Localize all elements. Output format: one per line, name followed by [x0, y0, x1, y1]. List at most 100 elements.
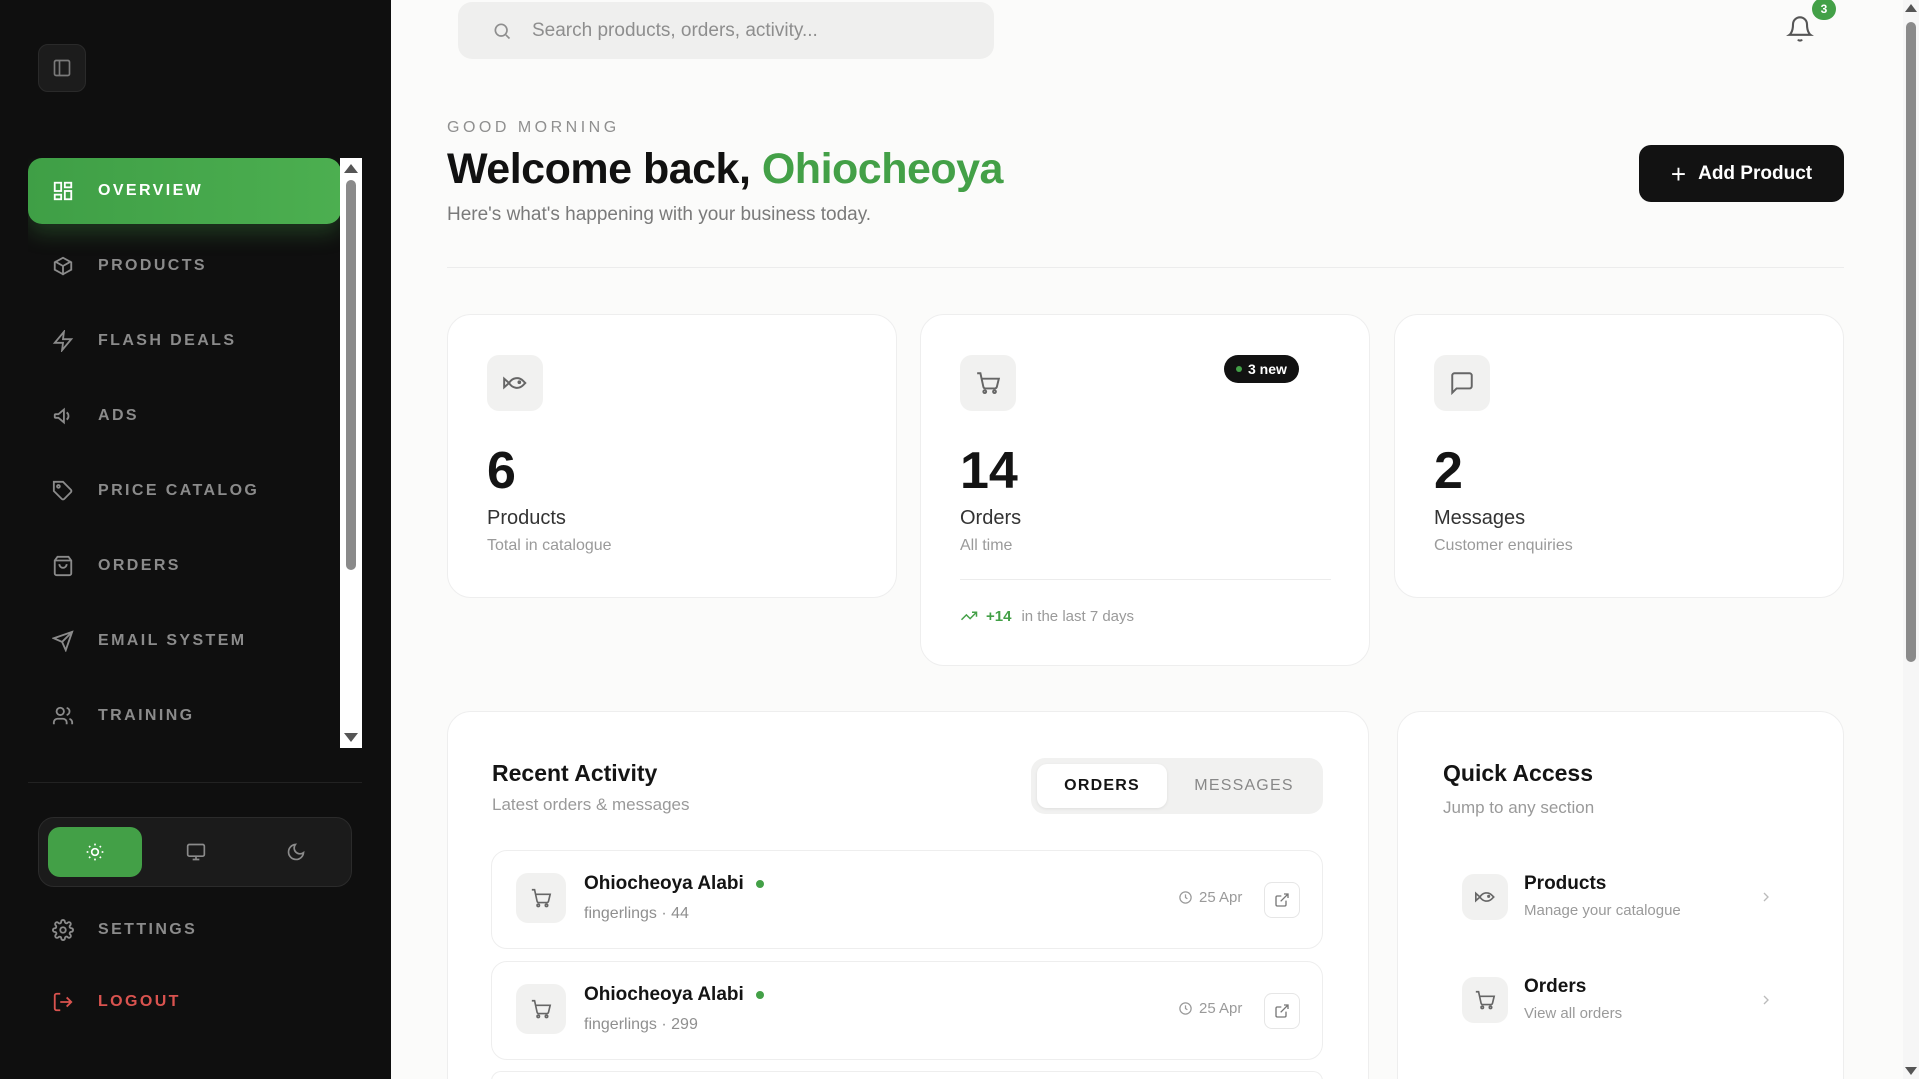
- stat-value: 2: [1434, 442, 1463, 500]
- chevron-right-icon: [1763, 892, 1769, 902]
- logout-icon: [50, 989, 76, 1015]
- sidebar-item-training[interactable]: TRAINING: [28, 683, 341, 748]
- trend-text: in the last 7 days: [1021, 607, 1135, 625]
- search-icon: [494, 23, 511, 39]
- scroll-down-arrow-icon[interactable]: [1905, 1067, 1917, 1075]
- tab-messages[interactable]: MESSAGES: [1171, 764, 1317, 808]
- scroll-up-arrow-icon[interactable]: [344, 164, 358, 173]
- quick-access-item-sub: View all orders: [1524, 1005, 1623, 1022]
- cart-icon: [516, 984, 566, 1034]
- sidebar-item-price-catalog[interactable]: PRICE CATALOG: [28, 458, 341, 524]
- tag-icon: [50, 478, 76, 504]
- tab-orders[interactable]: ORDERS: [1037, 764, 1167, 808]
- theme-switcher: [38, 817, 352, 887]
- stat-card-products[interactable]: 6 Products Total in catalogue: [447, 314, 897, 598]
- sidebar-item-label: EMAIL SYSTEM: [98, 632, 247, 649]
- grid-icon: [50, 178, 76, 204]
- stat-card-messages[interactable]: 2 Messages Customer enquiries: [1394, 314, 1844, 598]
- new-orders-badge: 3 new: [1224, 355, 1299, 383]
- logout-label: LOGOUT: [98, 993, 181, 1010]
- main-scrollbar[interactable]: [1903, 0, 1919, 1079]
- fish-icon: [487, 355, 543, 411]
- sidebar-item-products[interactable]: PRODUCTS: [28, 233, 341, 299]
- activity-row[interactable]: Ohiocheoya Alabi fingerlings · 44 25 Apr: [491, 850, 1323, 949]
- stat-label: Products: [487, 507, 566, 529]
- sidebar: OVERVIEW PRODUCTS FLASH DEALS ADS PRICE …: [0, 0, 391, 1079]
- notifications-button[interactable]: [1786, 14, 1816, 46]
- scroll-down-arrow-icon[interactable]: [344, 733, 358, 742]
- cart-icon: [960, 355, 1016, 411]
- sidebar-item-logout[interactable]: LOGOUT: [28, 974, 341, 1030]
- stat-sublabel: Total in catalogue: [487, 537, 612, 554]
- cart-icon: [1462, 977, 1508, 1023]
- activity-date: 25 Apr: [1178, 1000, 1242, 1017]
- stat-card-orders[interactable]: 3 new 14 Orders All time +14 in the last…: [920, 314, 1370, 666]
- activity-customer: Ohiocheoya Alabi: [584, 984, 764, 1006]
- cart-icon: [516, 873, 566, 923]
- sidebar-item-orders[interactable]: ORDERS: [28, 533, 341, 599]
- sidebar-item-email-system[interactable]: EMAIL SYSTEM: [28, 608, 341, 674]
- open-order-button[interactable]: [1264, 882, 1300, 918]
- add-product-button[interactable]: + Add Product: [1639, 145, 1844, 202]
- sidebar-toggle-icon: [53, 59, 71, 77]
- sidebar-item-label: ORDERS: [98, 557, 181, 574]
- sun-icon: [86, 843, 104, 861]
- theme-dark-button[interactable]: [249, 827, 343, 877]
- page-title: Welcome back, Ohiocheoya: [447, 145, 1003, 194]
- activity-date-text: 25 Apr: [1199, 1000, 1243, 1017]
- activity-row[interactable]: Ohiocheoya Alabi fingerlings · 299 25 Ap…: [491, 961, 1323, 1060]
- greeting-label: GOOD MORNING: [447, 119, 620, 136]
- quick-access-orders[interactable]: Orders View all orders: [1462, 960, 1774, 1040]
- scroll-up-arrow-icon[interactable]: [1905, 4, 1917, 12]
- stat-label: Orders: [960, 507, 1022, 529]
- clock-icon: [1179, 891, 1192, 904]
- sidebar-item-flash-deals[interactable]: FLASH DEALS: [28, 308, 341, 374]
- sidebar-item-settings[interactable]: SETTINGS: [28, 902, 341, 958]
- scrollbar-thumb[interactable]: [346, 180, 356, 570]
- send-icon: [50, 628, 76, 654]
- open-order-button[interactable]: [1264, 993, 1300, 1029]
- status-dot: [755, 880, 764, 888]
- activity-detail: fingerlings · 299: [584, 1016, 698, 1033]
- sidebar-nav: OVERVIEW PRODUCTS FLASH DEALS ADS PRICE …: [28, 158, 341, 748]
- status-dot: [1236, 366, 1242, 372]
- sidebar-item-label: ADS: [98, 407, 139, 424]
- search-bar[interactable]: Search products, orders, activity...: [458, 2, 994, 59]
- orders-trend: +14 in the last 7 days: [960, 607, 1134, 625]
- recent-activity-subtitle: Latest orders & messages: [492, 795, 690, 814]
- stat-label: Messages: [1434, 507, 1526, 529]
- bell-icon: [1786, 16, 1814, 42]
- box-icon: [50, 253, 76, 279]
- sidebar-item-overview[interactable]: OVERVIEW: [28, 158, 341, 224]
- welcome-prefix: Welcome back,: [447, 145, 762, 193]
- stat-value: 6: [487, 442, 516, 500]
- customer-name: Ohiocheoya Alabi: [584, 873, 744, 894]
- stat-sublabel: Customer enquiries: [1434, 537, 1573, 554]
- sidebar-scrollbar[interactable]: [340, 158, 362, 748]
- search-input[interactable]: Search products, orders, activity...: [532, 20, 818, 42]
- quick-access-item-title: Products: [1524, 873, 1607, 894]
- page-subtitle: Here's what's happening with your busine…: [447, 204, 872, 225]
- activity-customer: Ohiocheoya Alabi: [584, 873, 764, 895]
- gear-icon: [50, 917, 76, 943]
- sidebar-item-label: TRAINING: [98, 707, 195, 724]
- sidebar-toggle-button[interactable]: [38, 44, 86, 92]
- quick-access-item-title: Orders: [1524, 976, 1587, 997]
- theme-system-button[interactable]: [149, 827, 243, 877]
- theme-light-button[interactable]: [48, 827, 142, 877]
- sidebar-divider: [28, 782, 362, 783]
- activity-date: 25 Apr: [1178, 889, 1242, 906]
- activity-row[interactable]: [491, 1071, 1323, 1079]
- scrollbar-thumb[interactable]: [1906, 22, 1916, 662]
- add-product-label: Add Product: [1698, 162, 1813, 184]
- sidebar-item-ads[interactable]: ADS: [28, 383, 341, 449]
- trend-value: +14: [986, 607, 1012, 625]
- card-divider: [960, 579, 1331, 580]
- stat-sublabel: All time: [960, 537, 1013, 554]
- lightning-icon: [50, 328, 76, 354]
- quick-access-item-sub: Manage your catalogue: [1524, 902, 1681, 919]
- quick-access-products[interactable]: Products Manage your catalogue: [1462, 857, 1774, 937]
- sidebar-item-label: FLASH DEALS: [98, 332, 237, 349]
- clock-icon: [1179, 1002, 1192, 1015]
- shopping-bag-icon: [50, 553, 76, 579]
